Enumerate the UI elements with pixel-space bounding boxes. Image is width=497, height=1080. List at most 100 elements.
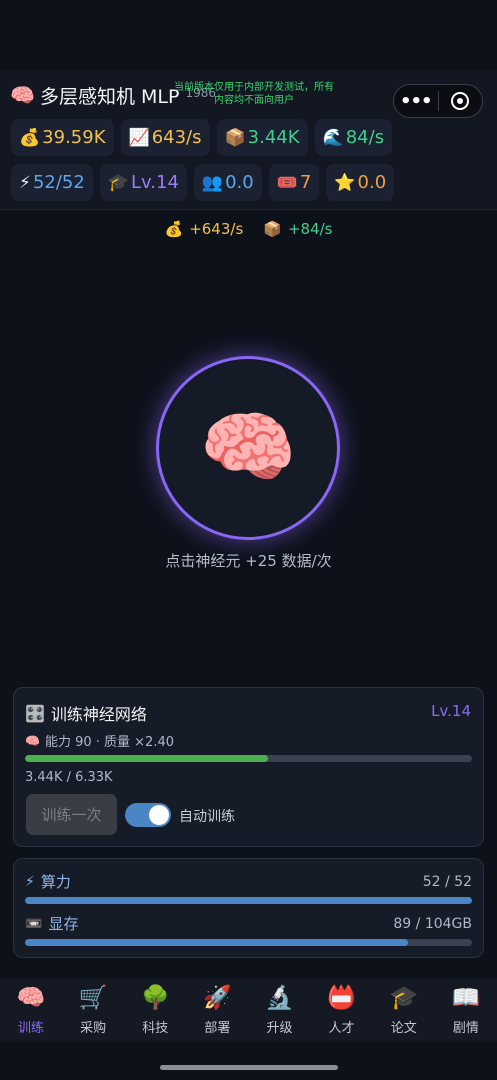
stat-value: 7 (299, 172, 312, 193)
neuron-button[interactable]: 🧠 (156, 356, 340, 540)
rate-value: +84/s (287, 220, 333, 238)
toggle-knob (149, 805, 169, 825)
lightning-icon: ⚡ (19, 172, 31, 193)
wave-icon: 🌊 (322, 127, 344, 148)
book-icon: 📖 (451, 985, 481, 1011)
dev-notice: 当前版本仅用于内部开发测试，所有内容均不面向用户 (174, 82, 334, 106)
package-icon: 📦 (263, 220, 282, 238)
star-icon: ⭐ (334, 172, 356, 193)
resource-bar (25, 897, 472, 904)
tab-label: 剧情 (452, 1021, 479, 1036)
train-title: 🎛️ 训练神经网络 (25, 701, 147, 725)
stat-value: Lv.14 (130, 172, 179, 193)
rate-value: +643/s (189, 220, 244, 238)
tab-person-card[interactable]: 📛 人才 (311, 979, 373, 1041)
money-bag-icon: 💰 (164, 220, 184, 238)
tab-microscope[interactable]: 🔬 升级 (249, 979, 311, 1041)
stat-chip: 🌊 84/s (314, 119, 393, 156)
tab-label: 论文 (390, 1021, 417, 1036)
ticket-icon: 🎟️ (276, 172, 298, 193)
tab-label: 训练 (18, 1021, 45, 1036)
stat-value: 643/s (151, 127, 202, 148)
train-title-text: 训练神经网络 (50, 705, 147, 724)
rocket-icon: 🚀 (203, 985, 232, 1011)
tab-grad-cap[interactable]: 🎓 论文 (373, 979, 435, 1041)
tab-label: 科技 (142, 1021, 169, 1036)
tab-tree[interactable]: 🌳 科技 (124, 979, 186, 1041)
income-rates: 💰 +643/s 📦 +84/s (0, 220, 497, 238)
stat-chip: 👥 0.0 (193, 164, 262, 201)
people-icon: 👥 (201, 172, 224, 193)
resource-name: 📼 显存 (25, 913, 78, 934)
auto-train-toggle[interactable] (125, 803, 171, 827)
tab-book[interactable]: 📖 剧情 (435, 979, 497, 1041)
resource-row: ⚡ 算力 52 / 52 (25, 871, 472, 892)
close-circle-icon[interactable] (438, 92, 482, 110)
resource-row: 📼 显存 89 / 104GB (25, 913, 472, 934)
stats-row-2: ⚡ 52/52 🎓 Lv.14 👥 0.0 🎟️ 7 ⭐ 0.0 (11, 164, 395, 201)
resource-bar-fill (25, 939, 408, 946)
resource-panel: ⚡ 算力 52 / 52 📼 显存 89 / 104GB (13, 858, 484, 958)
stat-value: 0.0 (357, 172, 387, 193)
stat-value: 52/52 (32, 172, 85, 193)
rate-item: 💰 +643/s (165, 220, 244, 238)
tab-label: 人才 (328, 1021, 355, 1036)
auto-train-label: 自动训练 (179, 809, 235, 825)
resource-label: 算力 (40, 873, 71, 891)
neuron-hint: 点击神经元 +25 数据/次 (165, 552, 332, 570)
resource-value: 89 / 104GB (393, 915, 472, 932)
app-title: 多层感知机 MLP (40, 85, 180, 108)
stat-chip: 🎓 Lv.14 (99, 164, 187, 201)
stat-value: 3.44K (247, 127, 300, 148)
stat-chip: ⭐ 0.0 (326, 164, 395, 201)
brain-icon: 🧠 (10, 83, 35, 107)
tab-label: 部署 (204, 1021, 231, 1036)
person-card-icon: 📛 (327, 985, 356, 1011)
tab-rocket[interactable]: 🚀 部署 (186, 979, 248, 1041)
chart-up-icon: 📈 (128, 127, 150, 148)
train-panel: 🎛️ 训练神经网络 Lv.14 🧠 能力 90 · 质量 ×2.40 3.44K… (13, 687, 484, 847)
more-dots-icon[interactable]: ••• (394, 91, 438, 112)
rate-item: 📦 +84/s (263, 220, 332, 238)
brain-icon: 🧠 (16, 985, 46, 1011)
resource-name: ⚡ 算力 (25, 871, 71, 892)
brain-icon: 🧠 (199, 402, 297, 493)
resource-label: 显存 (48, 915, 79, 933)
tab-cart[interactable]: 🛒 采购 (62, 979, 124, 1041)
money-bag-icon: 💰 (19, 127, 41, 148)
stat-chip: 📈 643/s (120, 119, 210, 156)
memory-icon: 📼 (25, 915, 43, 932)
tab-label: 升级 (266, 1021, 293, 1036)
grad-cap-icon: 🎓 (389, 985, 419, 1011)
stat-chip: ⚡ 52/52 (11, 164, 93, 201)
tab-label: 采购 (80, 1021, 107, 1036)
train-progress-text: 3.44K / 6.33K (25, 770, 113, 785)
train-progress-bar (25, 755, 472, 762)
grad-cap-icon: 🎓 (107, 172, 129, 193)
brain-icon: 🧠 (25, 733, 40, 748)
stat-chip: 🎟️ 7 (268, 164, 320, 201)
stat-chip: 💰 39.59K (11, 119, 114, 156)
train-level: Lv.14 (431, 702, 471, 720)
mini-program-capsule: ••• (393, 84, 483, 118)
control-knobs-icon: 🎛️ (25, 703, 45, 723)
package-icon: 📦 (224, 127, 246, 148)
train-stats: 🧠 能力 90 · 质量 ×2.40 (25, 731, 174, 751)
top-status-panel: 🧠 多层感知机 MLP 1986 当前版本仅用于内部开发测试，所有内容均不面向用… (0, 70, 497, 210)
home-indicator (160, 1065, 338, 1070)
tree-icon: 🌳 (140, 985, 170, 1011)
resource-bar-fill (25, 897, 472, 904)
train-progress-fill (25, 755, 268, 762)
stat-value: 84/s (345, 127, 385, 148)
tab-brain[interactable]: 🧠 训练 (0, 979, 62, 1041)
microscope-icon: 🔬 (265, 985, 294, 1011)
train-once-button[interactable]: 训练一次 (26, 794, 117, 835)
stat-chip: 📦 3.44K (216, 119, 308, 156)
resource-value: 52 / 52 (422, 873, 472, 890)
bottom-tab-bar: 🧠 训练 🛒 采购 🌳 科技 🚀 部署 🔬 升级 📛 人才 🎓 论文 📖 剧情 (0, 979, 497, 1041)
stat-value: 0.0 (225, 172, 254, 193)
lightning-icon: ⚡ (25, 873, 35, 890)
cart-icon: 🛒 (78, 985, 108, 1011)
stats-row-1: 💰 39.59K 📈 643/s 📦 3.44K 🌊 84/s (11, 119, 393, 156)
stat-value: 39.59K (42, 127, 106, 148)
